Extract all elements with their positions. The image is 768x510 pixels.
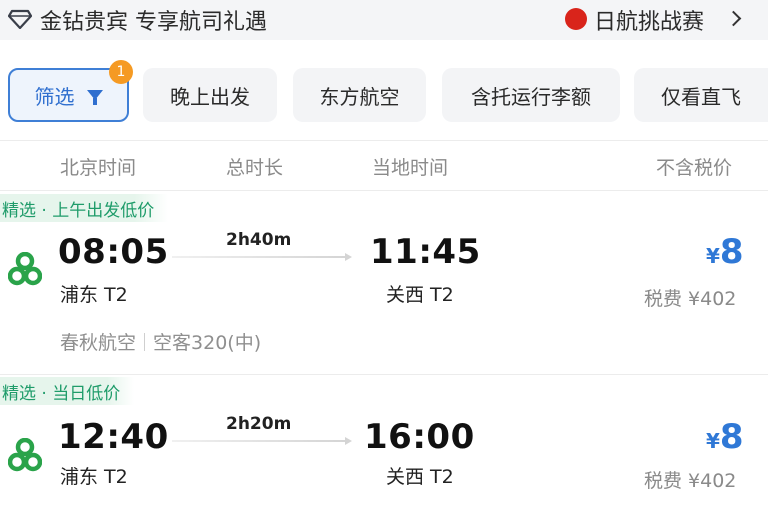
vip-banner[interactable]: 金钻贵宾 专享航司礼遇 日航挑战赛 [0, 0, 768, 40]
depart-airport: 浦东 T2 [60, 284, 128, 306]
divider [0, 140, 768, 141]
divider [0, 374, 768, 375]
price: ¥8 [706, 417, 744, 457]
price-value: 8 [719, 232, 744, 272]
filter-label: 筛选 [34, 84, 75, 109]
vip-privilege-text: 金钻贵宾 专享航司礼遇 [40, 10, 267, 35]
funnel-icon [86, 90, 103, 105]
aircraft-type: 空客320(中) [153, 332, 262, 354]
spring-airlines-logo-icon [8, 438, 42, 472]
chip-direct-only[interactable]: 仅看直飞 [634, 68, 768, 122]
airline-name: 春秋航空 [60, 332, 137, 354]
col-price[interactable]: 不含税价 [656, 153, 732, 180]
depart-time: 12:40 [58, 417, 169, 457]
chip-evening-departure[interactable]: 晚上出发 [143, 68, 277, 122]
tax-fee: 税费 ¥402 [644, 470, 737, 492]
arrive-airport: 关西 T2 [386, 284, 454, 306]
chip-china-eastern[interactable]: 东方航空 [293, 68, 426, 122]
spring-airlines-logo-icon [8, 252, 42, 286]
filter-count-badge: 1 [109, 60, 133, 84]
price: ¥8 [706, 232, 744, 272]
route-line [172, 437, 352, 445]
tax-fee: 税费 ¥402 [644, 288, 737, 310]
arrive-time: 11:45 [370, 232, 481, 272]
currency-symbol: ¥ [706, 244, 720, 268]
route-line [172, 253, 352, 261]
depart-airport: 浦东 T2 [60, 466, 128, 488]
filter-bar: 筛选 1 晚上出发 东方航空 含托运行李额 仅看直飞 [0, 60, 768, 126]
flight-meta: 春秋航空 空客320(中) [60, 328, 261, 355]
arrive-airport: 关西 T2 [386, 466, 454, 488]
col-beijing-time: 北京时间 [60, 157, 137, 179]
col-duration: 总时长 [226, 157, 284, 179]
divider [0, 190, 768, 191]
meta-separator [144, 333, 146, 351]
flight-tag: 精选 · 当日低价 [0, 377, 135, 405]
depart-time: 08:05 [58, 232, 169, 272]
arrive-time: 16:00 [364, 417, 475, 457]
currency-symbol: ¥ [706, 429, 720, 453]
col-local-time: 当地时间 [372, 157, 449, 179]
chevron-right-icon [725, 10, 742, 27]
flight-duration: 2h20m [226, 414, 292, 434]
diamond-icon [8, 9, 32, 29]
jal-crane-icon [565, 8, 587, 30]
flight-tag: 精选 · 上午出发低价 [0, 194, 169, 222]
flight-duration: 2h40m [226, 230, 292, 250]
price-value: 8 [719, 417, 744, 457]
chip-checked-baggage[interactable]: 含托运行李额 [442, 68, 620, 122]
promo-link[interactable]: 日航挑战赛 [594, 4, 704, 36]
